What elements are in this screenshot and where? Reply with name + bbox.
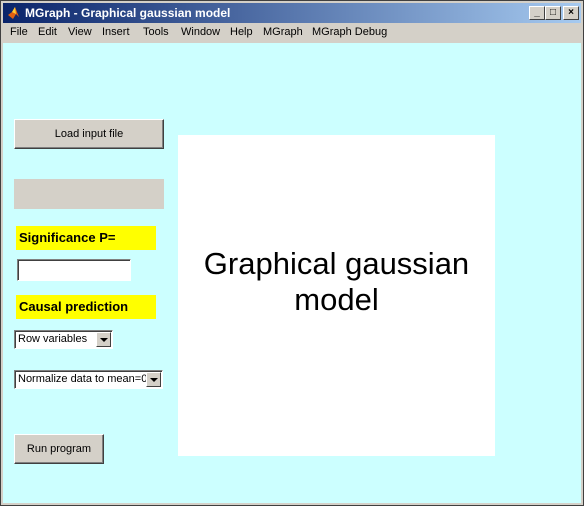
menu-window[interactable]: Window — [181, 26, 220, 38]
title-bar[interactable]: MGraph - Graphical gaussian model _ □ × — [3, 3, 581, 23]
figure-canvas: Load input file Significance P= Causal p… — [3, 43, 581, 503]
menu-bar: File Edit View Insert Tools Window Help … — [3, 24, 581, 42]
menu-edit[interactable]: Edit — [38, 26, 57, 38]
minimize-button[interactable]: _ — [529, 6, 545, 20]
maximize-button[interactable]: □ — [545, 6, 561, 20]
menu-mgraph[interactable]: MGraph — [263, 26, 303, 38]
panel-title-line2: model — [294, 282, 379, 317]
title-panel: Graphical gaussian model — [178, 135, 495, 456]
window-title: MGraph - Graphical gaussian model — [25, 6, 231, 20]
significance-label: Significance P= — [16, 226, 156, 250]
run-program-button[interactable]: Run program — [14, 434, 104, 464]
menu-file[interactable]: File — [10, 26, 28, 38]
menu-tools[interactable]: Tools — [143, 26, 169, 38]
menu-insert[interactable]: Insert — [102, 26, 130, 38]
chevron-down-icon[interactable] — [146, 372, 161, 387]
normalize-value: Normalize data to mean=0 — [18, 373, 148, 385]
menu-help[interactable]: Help — [230, 26, 253, 38]
close-button[interactable]: × — [563, 6, 579, 20]
load-input-file-button[interactable]: Load input file — [14, 119, 164, 149]
normalize-select[interactable]: Normalize data to mean=0 — [14, 370, 163, 389]
chevron-down-icon[interactable] — [96, 332, 111, 347]
app-window: MGraph - Graphical gaussian model _ □ × … — [0, 0, 584, 506]
matlab-logo-icon — [8, 7, 19, 19]
panel-title-line1: Graphical gaussian — [203, 246, 470, 281]
row-variables-value: Row variables — [18, 333, 88, 345]
filename-display — [14, 179, 164, 209]
row-variables-select[interactable]: Row variables — [14, 330, 113, 349]
load-input-file-label: Load input file — [54, 128, 124, 140]
run-program-label: Run program — [26, 443, 92, 455]
significance-input[interactable] — [17, 259, 131, 281]
menu-mgraph-debug[interactable]: MGraph Debug — [312, 26, 387, 38]
causal-prediction-label: Causal prediction — [16, 295, 156, 319]
menu-view[interactable]: View — [68, 26, 92, 38]
